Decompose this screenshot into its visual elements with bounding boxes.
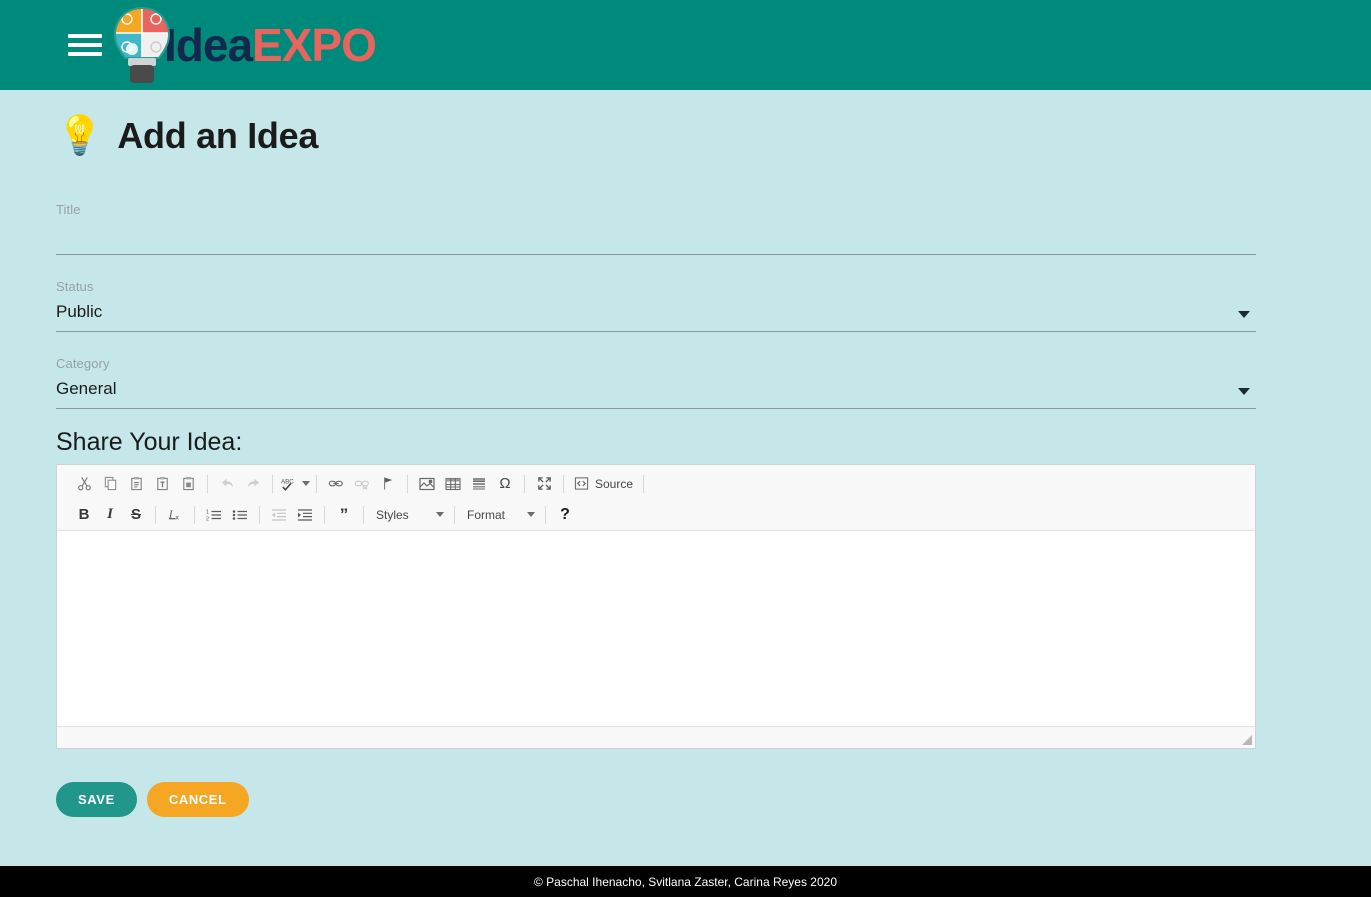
toolbar-separator — [194, 505, 195, 524]
field-category: Category General — [56, 356, 1256, 409]
indent-icon[interactable] — [292, 503, 318, 527]
status-select-value[interactable]: Public — [56, 302, 1256, 331]
numbered-list-icon[interactable]: 1 2 — [201, 503, 227, 527]
link-icon[interactable] — [323, 472, 349, 496]
redo-icon[interactable] — [240, 472, 266, 496]
toolbar-separator — [259, 505, 260, 524]
format-dropdown[interactable]: Format — [461, 504, 539, 526]
toolbar-row-1: ABC Ω Source — [61, 468, 1251, 499]
toolbar-separator — [545, 505, 546, 524]
editor-content-area[interactable] — [57, 531, 1255, 721]
resize-grip-icon[interactable] — [1239, 732, 1253, 746]
image-icon[interactable] — [414, 472, 440, 496]
toolbar-separator — [454, 505, 455, 524]
source-button-label: Source — [595, 476, 634, 491]
unlink-icon[interactable] — [349, 472, 375, 496]
brand-logo[interactable]: IdeaEXPO — [106, 2, 377, 88]
category-underline — [56, 408, 1256, 409]
toolbar-separator — [643, 474, 645, 493]
chevron-down-icon[interactable] — [1238, 311, 1250, 318]
form-actions: SAVE CANCEL — [56, 782, 249, 817]
svg-text:x: x — [175, 515, 179, 522]
save-button[interactable]: SAVE — [56, 782, 137, 817]
svg-text:ABC: ABC — [281, 479, 294, 486]
status-underline — [56, 331, 1256, 332]
paste-word-icon[interactable] — [175, 472, 201, 496]
brand-wordmark: IdeaEXPO — [164, 19, 377, 71]
toolbar-separator — [207, 474, 208, 493]
field-status: Status Public — [56, 279, 1256, 332]
format-dropdown-label: Format — [467, 507, 506, 522]
cut-icon[interactable] — [71, 472, 97, 496]
horizontal-rule-icon[interactable] — [466, 472, 492, 496]
anchor-icon[interactable] — [375, 472, 401, 496]
toolbar-row-2: B I S I x 1 2 ” Styles Format ? — [61, 499, 1251, 530]
source-icon — [574, 477, 589, 490]
italic-icon[interactable]: I — [97, 503, 123, 527]
strikethrough-icon[interactable]: S — [123, 503, 149, 527]
styles-dropdown-label: Styles — [376, 507, 409, 522]
source-button[interactable]: Source — [570, 476, 637, 491]
category-label: Category — [56, 356, 110, 371]
spellcheck-icon[interactable]: ABC — [279, 472, 299, 496]
app-header: IdeaEXPO — [0, 0, 1371, 90]
toolbar-separator — [316, 474, 317, 493]
rich-text-editor: ABC Ω Source B I S I x 1 2 ” Styles Form… — [56, 464, 1256, 749]
undo-icon[interactable] — [214, 472, 240, 496]
category-select-value[interactable]: General — [56, 379, 1256, 408]
page-footer: © Paschal Ihenacho, Svitlana Zaster, Car… — [0, 866, 1371, 897]
chevron-down-icon[interactable] — [1238, 388, 1250, 395]
lightbulb-icon: 💡 — [56, 115, 104, 157]
hamburger-icon[interactable] — [68, 28, 102, 62]
paste-text-icon[interactable] — [149, 472, 175, 496]
cancel-button[interactable]: CANCEL — [146, 782, 249, 817]
editor-status-bar — [57, 726, 1255, 748]
svg-text:1: 1 — [206, 509, 209, 515]
page-title: 💡 Add an Idea — [56, 115, 318, 157]
app-page: IdeaEXPO 💡 Add an Idea Title Status Publ… — [0, 0, 1371, 897]
toolbar-separator — [324, 505, 325, 524]
maximize-icon[interactable] — [531, 472, 557, 496]
outdent-icon[interactable] — [266, 503, 292, 527]
copyright-text: © Paschal Ihenacho, Svitlana Zaster, Car… — [533, 874, 837, 889]
toolbar-separator — [563, 474, 564, 493]
blockquote-icon[interactable]: ” — [331, 503, 357, 527]
page-title-text: Add an Idea — [117, 115, 319, 156]
paste-icon[interactable] — [123, 472, 149, 496]
title-underline — [56, 254, 1256, 255]
copy-icon[interactable] — [97, 472, 123, 496]
table-icon[interactable] — [440, 472, 466, 496]
toolbar-separator — [524, 474, 525, 493]
toolbar-separator — [363, 505, 364, 524]
toolbar-separator — [407, 474, 408, 493]
title-input[interactable] — [56, 225, 1256, 254]
styles-dropdown[interactable]: Styles — [370, 504, 448, 526]
field-title: Title — [56, 196, 1256, 255]
status-label: Status — [56, 279, 94, 294]
chevron-down-icon — [527, 512, 535, 517]
spellcheck-caret-icon[interactable] — [302, 481, 310, 486]
bulleted-list-icon[interactable] — [227, 503, 253, 527]
help-button[interactable]: ? — [552, 503, 578, 527]
chevron-down-icon — [436, 512, 444, 517]
remove-format-icon[interactable]: I x — [162, 503, 188, 527]
title-label: Title — [56, 202, 81, 217]
toolbar-separator — [155, 505, 156, 524]
brand-wordmark-expo: EXPO — [252, 19, 377, 71]
special-char-icon[interactable]: Ω — [492, 472, 518, 496]
lightbulb-puzzle-logo — [106, 2, 178, 88]
toolbar-separator — [272, 474, 273, 493]
editor-heading: Share Your Idea: — [56, 428, 243, 456]
svg-text:2: 2 — [206, 516, 209, 522]
idea-form: Title Status Public Category General — [56, 196, 1256, 433]
bold-icon[interactable]: B — [71, 503, 97, 527]
editor-toolbar: ABC Ω Source B I S I x 1 2 ” Styles Form… — [57, 465, 1255, 531]
